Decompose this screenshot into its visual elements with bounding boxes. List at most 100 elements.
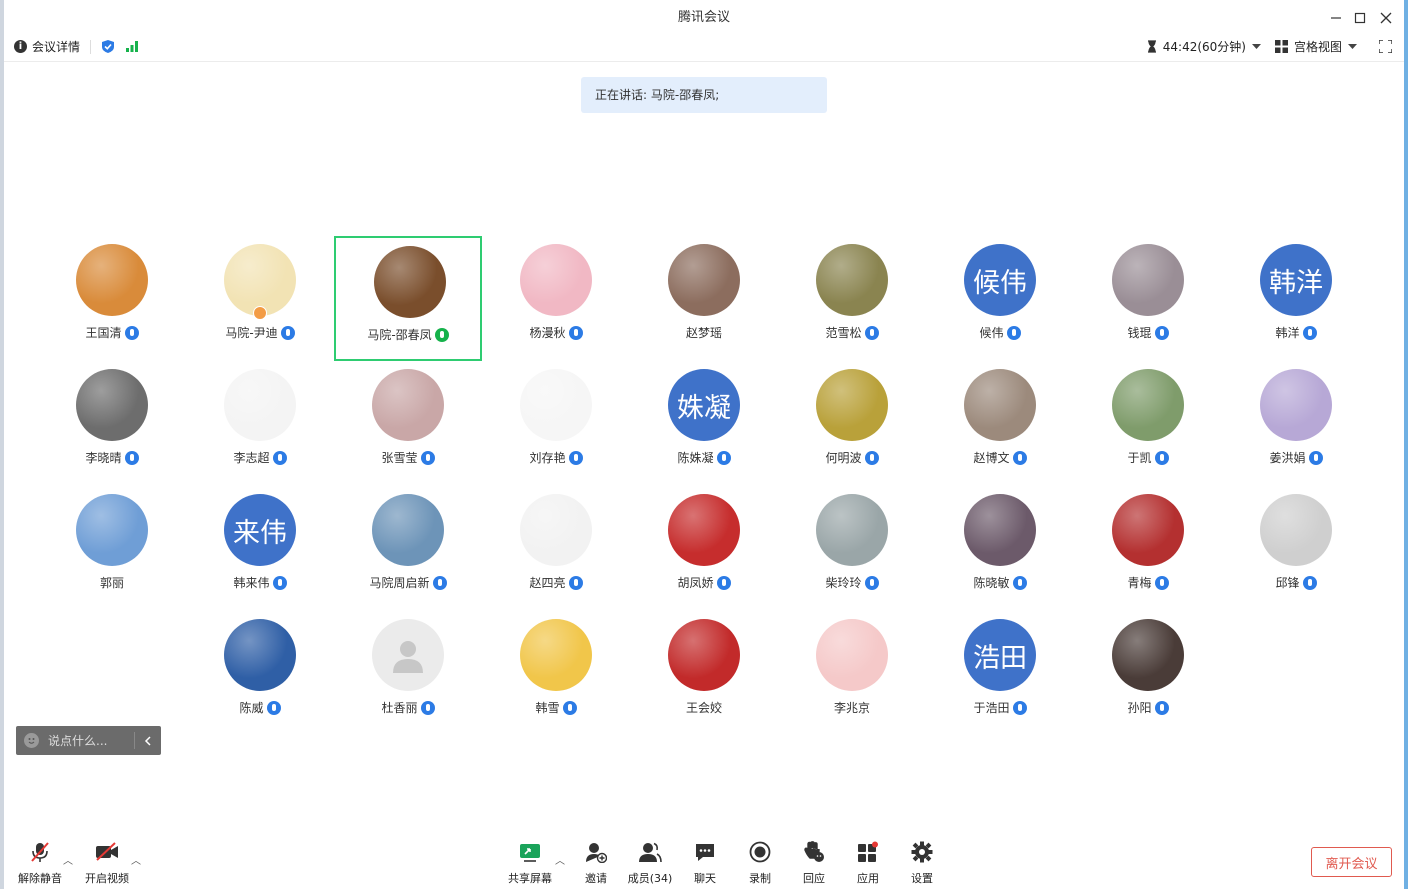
participant-name-row: 孙阳 bbox=[1074, 699, 1222, 716]
participant-tile[interactable]: 杨漫秋 bbox=[482, 236, 630, 361]
participant-name-row: 范雪松 bbox=[778, 324, 926, 341]
participant-name-row: 郭丽 bbox=[38, 574, 186, 591]
participant-name-row: 李晓晴 bbox=[38, 449, 186, 466]
mic-icon bbox=[716, 450, 731, 465]
participant-tile[interactable]: 邱锋 bbox=[1222, 486, 1370, 611]
participant-tile[interactable]: 李志超 bbox=[186, 361, 334, 486]
avatar bbox=[668, 494, 740, 566]
quick-chat-box[interactable]: 说点什么... bbox=[16, 726, 161, 755]
avatar bbox=[520, 244, 592, 316]
chat-button[interactable]: 聊天 bbox=[679, 840, 731, 886]
settings-button[interactable]: 设置 bbox=[896, 840, 948, 886]
participant-tile[interactable]: 孙阳 bbox=[1074, 611, 1222, 736]
participant-tile[interactable]: 候伟 候伟 bbox=[926, 236, 1074, 361]
invite-button[interactable]: 邀请 bbox=[570, 840, 622, 886]
participant-tile[interactable]: 青梅 bbox=[1074, 486, 1222, 611]
participant-tile[interactable]: 赵梦瑶 bbox=[630, 236, 778, 361]
info-icon: i bbox=[14, 40, 27, 53]
avatar bbox=[964, 494, 1036, 566]
avatar bbox=[1112, 494, 1184, 566]
participant-tile[interactable]: 柴玲玲 bbox=[778, 486, 926, 611]
record-label: 录制 bbox=[749, 872, 771, 885]
hourglass-icon bbox=[1147, 40, 1156, 53]
participant-tile[interactable]: 于凯 bbox=[1074, 361, 1222, 486]
participant-tile[interactable]: 陈威 bbox=[186, 611, 334, 736]
mic-icon bbox=[272, 450, 287, 465]
start-video-button[interactable]: 开启视频 bbox=[81, 840, 133, 886]
participant-tile[interactable]: 韩洋 韩洋 bbox=[1222, 236, 1370, 361]
participant-name: 青梅 bbox=[1127, 576, 1152, 590]
participant-tile[interactable]: 王会姣 bbox=[630, 611, 778, 736]
participant-name-row: 赵梦瑶 bbox=[630, 324, 778, 341]
share-options-caret[interactable]: ︿ bbox=[555, 852, 565, 867]
participant-tile[interactable]: 韩雪 bbox=[482, 611, 630, 736]
participant-tile[interactable]: 陈晓敏 bbox=[926, 486, 1074, 611]
participant-tile[interactable]: 浩田 于浩田 bbox=[926, 611, 1074, 736]
chat-input-placeholder[interactable]: 说点什么... bbox=[48, 732, 134, 749]
participant-tile[interactable]: 郭丽 bbox=[38, 486, 186, 611]
participant-tile[interactable]: 赵博文 bbox=[926, 361, 1074, 486]
participant-tile[interactable]: 张雪莹 bbox=[334, 361, 482, 486]
video-options-caret[interactable]: ︿ bbox=[131, 852, 141, 867]
mic-icon bbox=[1012, 575, 1027, 590]
participant-tile[interactable]: 刘存艳 bbox=[482, 361, 630, 486]
participant-tile[interactable]: 李晓晴 bbox=[38, 361, 186, 486]
participant-name-row: 李兆京 bbox=[778, 699, 926, 716]
participant-name: 范雪松 bbox=[825, 326, 862, 340]
record-button[interactable]: 录制 bbox=[734, 840, 786, 886]
security-shield-icon[interactable] bbox=[101, 39, 115, 54]
title-bar: 腾讯会议 bbox=[4, 0, 1404, 36]
apps-label: 应用 bbox=[857, 872, 879, 885]
participant-name: 马院-尹迪 bbox=[225, 326, 278, 340]
participant-tile[interactable]: 王国清 bbox=[38, 236, 186, 361]
mic-icon bbox=[124, 450, 139, 465]
participant-tile[interactable]: 李兆京 bbox=[778, 611, 926, 736]
mic-icon bbox=[1006, 325, 1021, 340]
participant-name-row: 钱琨 bbox=[1074, 324, 1222, 341]
participant-tile[interactable]: 胡凤娇 bbox=[630, 486, 778, 611]
participant-name: 于凯 bbox=[1127, 451, 1152, 465]
apps-button[interactable]: 应用 bbox=[842, 840, 894, 886]
toolbar-divider bbox=[90, 39, 92, 54]
view-mode-dropdown[interactable]: 宫格视图 bbox=[1274, 38, 1357, 55]
share-screen-button[interactable]: 共享屏幕 bbox=[504, 840, 556, 886]
participant-tile[interactable]: 来伟 韩来伟 bbox=[186, 486, 334, 611]
participant-tile[interactable]: 何明波 bbox=[778, 361, 926, 486]
participant-tile[interactable]: 马院-邵春凤 bbox=[334, 236, 482, 361]
participant-name-row: 韩洋 bbox=[1222, 324, 1370, 341]
fullscreen-icon[interactable] bbox=[1379, 40, 1392, 53]
signal-strength-icon[interactable] bbox=[125, 40, 139, 53]
unmute-button[interactable]: 解除静音 bbox=[14, 840, 66, 886]
record-icon bbox=[749, 841, 771, 863]
participant-name: 张雪莹 bbox=[381, 451, 418, 465]
leave-meeting-button[interactable]: 离开会议 bbox=[1311, 847, 1392, 877]
close-window-button[interactable] bbox=[1370, 0, 1402, 36]
participant-tile[interactable]: 姝凝 陈姝凝 bbox=[630, 361, 778, 486]
collapse-chevron-icon[interactable] bbox=[135, 735, 161, 747]
participant-tile[interactable]: 赵四亮 bbox=[482, 486, 630, 611]
participant-name-row: 青梅 bbox=[1074, 574, 1222, 591]
avatar bbox=[816, 619, 888, 691]
audio-options-caret[interactable]: ︿ bbox=[63, 852, 73, 867]
participant-tile[interactable]: 姜洪娟 bbox=[1222, 361, 1370, 486]
active-speaker-banner: 正在讲话: 马院-邵春凤; bbox=[581, 77, 827, 113]
chevron-down-icon bbox=[1251, 43, 1261, 49]
emoji-icon[interactable] bbox=[24, 733, 39, 748]
participant-tile[interactable]: 钱琨 bbox=[1074, 236, 1222, 361]
react-label: 回应 bbox=[803, 872, 825, 885]
meeting-info-button[interactable]: i 会议详情 bbox=[14, 38, 80, 55]
participant-name: 陈威 bbox=[239, 701, 264, 715]
participant-tile[interactable]: 马院周启新 bbox=[334, 486, 482, 611]
mic-icon bbox=[420, 700, 435, 715]
members-button[interactable]: 成员(34) bbox=[624, 840, 676, 886]
participant-tile[interactable]: 杜香丽 bbox=[334, 611, 482, 736]
react-button[interactable]: 回应 bbox=[788, 840, 840, 886]
chevron-down-icon bbox=[1348, 43, 1357, 49]
participant-tile[interactable]: 范雪松 bbox=[778, 236, 926, 361]
participant-name-row: 刘存艳 bbox=[482, 449, 630, 466]
avatar bbox=[964, 369, 1036, 441]
avatar bbox=[816, 244, 888, 316]
participant-tile[interactable]: 马院-尹迪 bbox=[186, 236, 334, 361]
meeting-timer[interactable]: 44:42(60分钟) bbox=[1147, 38, 1261, 55]
avatar-initials: 来伟 bbox=[224, 494, 296, 566]
